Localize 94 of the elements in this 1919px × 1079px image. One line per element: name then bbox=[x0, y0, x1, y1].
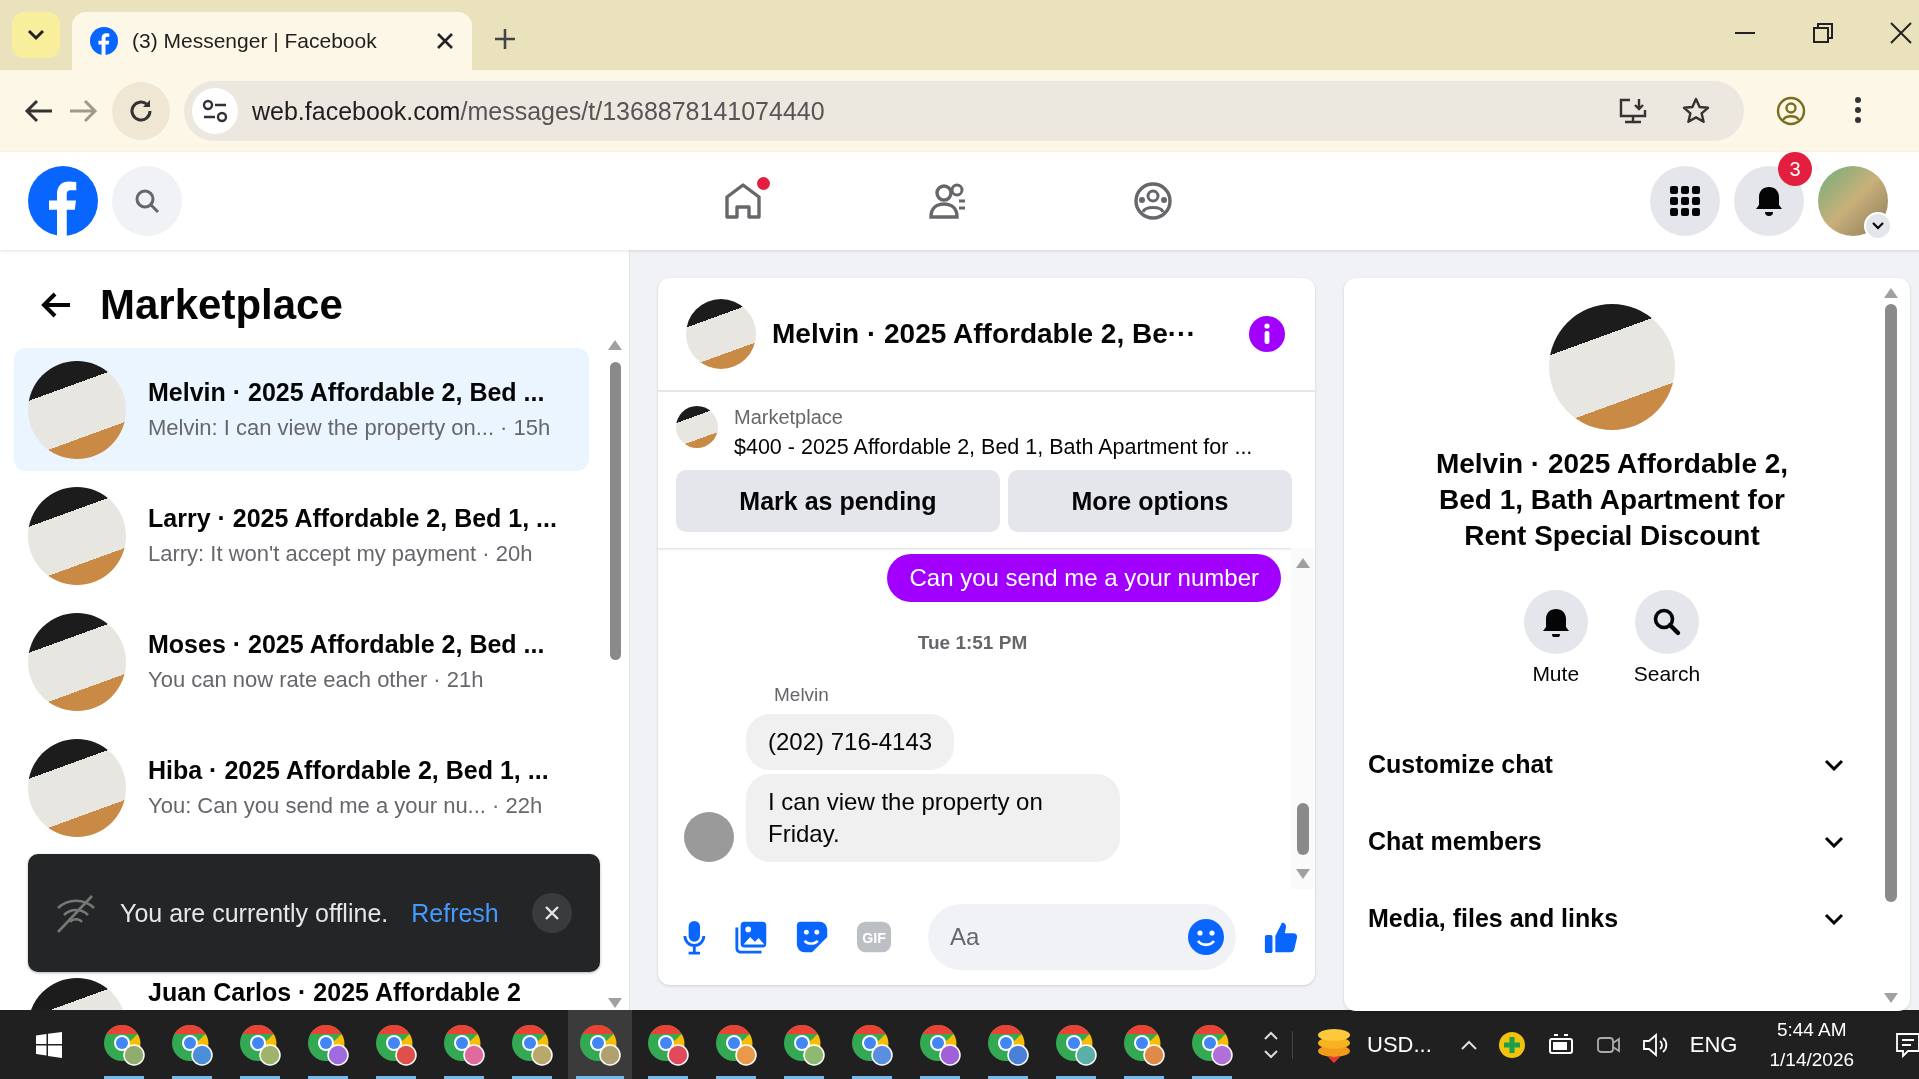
conversation-title: Hiba · 2025 Affordable 2, Bed 1, ... bbox=[148, 756, 549, 785]
conversation-item[interactable]: Hiba · 2025 Affordable 2, Bed 1, ... You: Can you send me a your nu... · 22h bbox=[14, 726, 589, 849]
more-options-icon[interactable] bbox=[1854, 96, 1862, 124]
bell-icon bbox=[1540, 607, 1571, 637]
conversation-title: Melvin · 2025 Affordable 2, Bed 1, Bath Apartment for Rent Special Discount bbox=[1434, 447, 1790, 553]
bell-icon bbox=[1754, 185, 1784, 217]
scrollbar-thumb[interactable] bbox=[1885, 304, 1897, 902]
emoji-icon[interactable] bbox=[1187, 919, 1224, 955]
search-icon bbox=[1652, 607, 1682, 637]
caret-down-icon[interactable] bbox=[1264, 1049, 1278, 1059]
caret-up-icon[interactable] bbox=[1264, 1030, 1278, 1040]
back-arrow-icon[interactable] bbox=[24, 98, 54, 124]
scrollbar-thumb[interactable] bbox=[609, 362, 621, 660]
section-row[interactable]: Chat members bbox=[1368, 803, 1846, 880]
message-input[interactable]: Aa bbox=[947, 922, 1188, 952]
caret-icon bbox=[27, 29, 45, 41]
action-label: Mute bbox=[1532, 662, 1580, 686]
received-message: (202) 716-4143 bbox=[746, 714, 955, 770]
scrollbar-thumb[interactable] bbox=[1297, 803, 1309, 855]
address-bar[interactable]: web.facebook.com/messages/t/1368878141074440 bbox=[184, 81, 1744, 141]
windows-start-icon[interactable] bbox=[36, 1031, 62, 1058]
facebook-logo-icon bbox=[90, 27, 118, 55]
caret-up-icon[interactable] bbox=[1459, 1038, 1478, 1051]
taskbar-app[interactable] bbox=[568, 1010, 632, 1079]
chat-title: Melvin · 2025 Affordable 2, Be··· bbox=[772, 318, 1197, 350]
conversation-item[interactable]: Melvin · 2025 Affordable 2, Bed ... Melvin: I can view the property on... · 15h bbox=[14, 348, 589, 471]
browser-tab[interactable]: (3) Messenger | Facebook bbox=[72, 12, 472, 70]
site-settings-icon[interactable] bbox=[202, 99, 228, 123]
message-preview: Larry: It won't accept my payment bbox=[148, 541, 477, 567]
scroll-up-icon[interactable] bbox=[1884, 288, 1898, 298]
close-icon[interactable] bbox=[436, 32, 454, 50]
scroll-down-icon[interactable] bbox=[608, 998, 622, 1008]
install-app-icon[interactable] bbox=[1618, 97, 1648, 125]
forward-arrow-icon bbox=[68, 98, 98, 124]
refresh-link[interactable]: Refresh bbox=[411, 898, 499, 928]
offline-message: You are currently offline. bbox=[120, 898, 389, 928]
people-circle-icon[interactable] bbox=[1131, 181, 1174, 221]
currency-widget[interactable]: USD... bbox=[1367, 1031, 1432, 1058]
new-tab-icon[interactable] bbox=[494, 28, 516, 50]
close-button[interactable] bbox=[532, 893, 572, 933]
tab-list-button[interactable] bbox=[12, 12, 60, 58]
notification-badge: 3 bbox=[1778, 152, 1812, 186]
conversation-title: Juan Carlos · 2025 Affordable 2 bbox=[148, 978, 521, 1007]
avatar bbox=[684, 812, 734, 862]
microphone-icon[interactable] bbox=[682, 918, 707, 956]
message-time: · 22h bbox=[491, 793, 543, 819]
plus-circle-icon[interactable] bbox=[1497, 1030, 1526, 1059]
scroll-down-icon[interactable] bbox=[1884, 993, 1898, 1003]
sticker-icon[interactable] bbox=[794, 919, 829, 955]
section-row[interactable]: Media, files and links bbox=[1368, 880, 1846, 957]
close-icon bbox=[544, 905, 560, 921]
reload-icon bbox=[128, 98, 154, 124]
message-preview: You can now rate each other bbox=[148, 667, 428, 693]
sender-name: Melvin bbox=[774, 684, 830, 706]
image-icon[interactable] bbox=[733, 919, 768, 955]
caret-icon bbox=[1872, 222, 1884, 230]
photo-placeholder bbox=[676, 406, 718, 448]
received-message: I can view the property on Friday. bbox=[746, 774, 1120, 862]
notification-center-icon[interactable] bbox=[1894, 1030, 1919, 1059]
grid-icon bbox=[1670, 186, 1700, 216]
back-arrow-icon[interactable] bbox=[40, 291, 72, 319]
message-preview: Melvin: I can view the property on... bbox=[148, 415, 495, 441]
scroll-up-icon[interactable] bbox=[608, 340, 622, 350]
message-time: · 21h bbox=[433, 667, 484, 693]
conversation-title: Larry · 2025 Affordable 2, Bed 1, ... bbox=[148, 504, 557, 533]
language-indicator[interactable]: ENG bbox=[1689, 1031, 1738, 1058]
page-title: Marketplace bbox=[100, 281, 343, 329]
conversation-title: Melvin · 2025 Affordable 2, Bed ... bbox=[148, 378, 546, 407]
url-text: web.facebook.com/messages/t/1368878141074440 bbox=[252, 96, 826, 126]
listing-title: $400 - 2025 Affordable 2, Bed 1, Bath Apartment for ... bbox=[734, 435, 1253, 460]
message-time: · 15h bbox=[500, 415, 551, 441]
message-time: · 20h bbox=[482, 541, 533, 567]
message-preview: You: Can you send me a your nu... bbox=[148, 793, 486, 819]
section-row[interactable]: Customize chat bbox=[1368, 726, 1846, 803]
action-label: Search bbox=[1633, 662, 1701, 686]
conversation-title: Moses · 2025 Affordable 2, Bed ... bbox=[148, 630, 545, 659]
facebook-logo-icon[interactable] bbox=[28, 166, 98, 236]
conversation-item[interactable]: Larry · 2025 Affordable 2, Bed 1, ... Larry: It won't accept my payment · 20h bbox=[14, 474, 589, 597]
action-button[interactable]: Mark as pending bbox=[676, 470, 1000, 532]
conversation-item[interactable]: Moses · 2025 Affordable 2, Bed ... You can now rate each other · 21h bbox=[14, 600, 589, 723]
info-icon[interactable] bbox=[1249, 316, 1285, 352]
message-field[interactable]: Aa bbox=[927, 904, 1236, 970]
chevron-down-icon bbox=[1824, 912, 1844, 925]
chevron-down-icon bbox=[1824, 758, 1844, 771]
sent-message: Can you send me a your number bbox=[887, 554, 1281, 602]
action-button[interactable]: More options bbox=[1008, 470, 1292, 532]
search-icon bbox=[134, 188, 160, 214]
star-icon[interactable] bbox=[1682, 97, 1710, 125]
clock[interactable]: 5:44 AM 1/14/2026 bbox=[1769, 1018, 1854, 1071]
volume-icon[interactable] bbox=[1641, 1032, 1670, 1057]
message-timestamp: Tue 1:51 PM bbox=[917, 632, 1028, 654]
chevron-down-icon bbox=[1824, 835, 1844, 848]
listing-label: Marketplace bbox=[734, 406, 844, 429]
profile-icon[interactable] bbox=[1776, 96, 1806, 126]
